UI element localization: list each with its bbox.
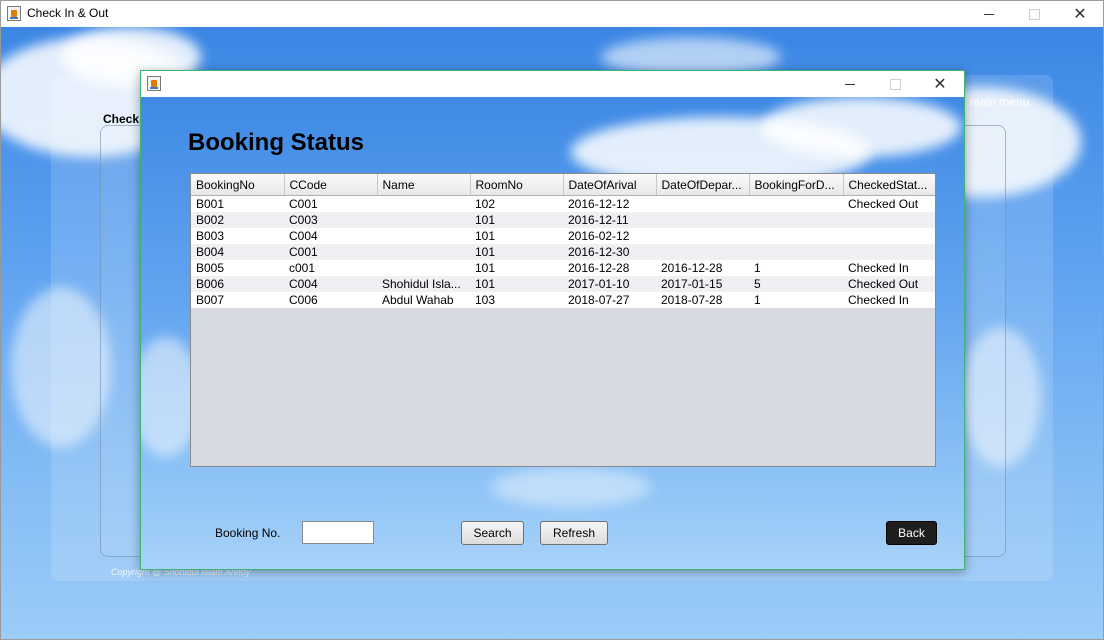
close-icon[interactable]: ✕: [1057, 1, 1103, 27]
table-cell: Shohidul Isla...: [382, 277, 461, 291]
table-cell: [749, 228, 843, 244]
table-cell: 102: [475, 197, 496, 211]
table-row[interactable]: B004 C001 101 2016-12-30: [191, 244, 935, 260]
table-cell: 101: [475, 213, 496, 227]
table-cell: [656, 228, 749, 244]
dialog-title-bar: ✕: [141, 71, 964, 97]
table-cell: [377, 228, 470, 244]
table-cell: 2018-07-28: [661, 293, 723, 307]
main-title-bar: Check In & Out ✕: [1, 1, 1103, 27]
refresh-button[interactable]: Refresh: [540, 521, 608, 545]
table-cell: B005: [196, 261, 225, 275]
table-cell: 5: [754, 277, 761, 291]
table-cell: C004: [289, 277, 318, 291]
page-title: Booking Status: [188, 129, 365, 156]
maximize-icon[interactable]: [872, 71, 918, 97]
table-cell: B003: [196, 229, 225, 243]
table-cell: Checked Out: [848, 277, 919, 291]
dialog-body: Booking Status BookingNo CCode Name Room…: [141, 97, 964, 569]
table-cell: Checked In: [848, 261, 909, 275]
table-cell: C001: [289, 245, 318, 259]
column-header[interactable]: CCode: [284, 174, 378, 196]
table-cell: B004: [196, 245, 225, 259]
column-header[interactable]: DateOfArival: [563, 174, 657, 196]
column-header[interactable]: Name: [377, 174, 471, 196]
search-button[interactable]: Search: [461, 521, 524, 545]
table-row[interactable]: B006 C004 Shohidul Isla... 101 2017-01-1…: [191, 276, 935, 292]
table-cell: 101: [475, 245, 496, 259]
table-cell: [377, 244, 470, 260]
close-icon[interactable]: ✕: [917, 71, 963, 97]
table-cell: [749, 244, 843, 260]
column-header[interactable]: CheckedStat...: [843, 174, 935, 196]
table-header-row: BookingNo CCode Name RoomNo DateOfArival…: [191, 174, 935, 196]
table-cell: 103: [475, 293, 496, 307]
table-cell: [377, 196, 470, 213]
table-cell: Abdul Wahab: [382, 293, 454, 307]
table-cell: 2016-12-28: [661, 261, 723, 275]
table-cell: 2017-01-15: [661, 277, 723, 291]
column-header[interactable]: BookingForD...: [749, 174, 844, 196]
table-cell: [843, 244, 935, 260]
table-cell: [843, 212, 935, 228]
check-label: Check: [103, 112, 140, 126]
table-row[interactable]: B007 C006 Abdul Wahab 103 2018-07-27 201…: [191, 292, 935, 308]
table-cell: 101: [475, 277, 496, 291]
table-row[interactable]: B002 C003 101 2016-12-11: [191, 212, 935, 228]
table-cell: B001: [196, 197, 225, 211]
table-cell: 2017-01-10: [568, 277, 630, 291]
table-cell: B002: [196, 213, 225, 227]
table-cell: [749, 212, 843, 228]
table-cell: 2018-07-27: [568, 293, 630, 307]
java-app-icon: [7, 6, 21, 21]
booking-table[interactable]: BookingNo CCode Name RoomNo DateOfArival…: [190, 173, 936, 467]
table-row[interactable]: B003 C004 101 2016-02-12: [191, 228, 935, 244]
table-cell: Checked Out: [848, 197, 919, 211]
table-cell: 2016-12-11: [568, 213, 629, 227]
table-cell: [843, 228, 935, 244]
minimize-icon[interactable]: [966, 1, 1012, 27]
table-cell: [377, 212, 470, 228]
cloud: [491, 467, 651, 507]
table-cell: 2016-12-12: [568, 197, 630, 211]
table-row[interactable]: B001 C001 102 2016-12-12 Checked Out: [191, 195, 935, 213]
cloud: [761, 97, 961, 157]
table-cell: C001: [289, 197, 318, 211]
column-header[interactable]: RoomNo: [470, 174, 564, 196]
table-cell: Checked In: [848, 293, 909, 307]
table-cell: C004: [289, 229, 318, 243]
table-cell: [656, 212, 749, 228]
table-cell: [749, 196, 843, 213]
table-cell: 2016-12-28: [568, 261, 630, 275]
window-title: Check In & Out: [27, 6, 109, 20]
column-header[interactable]: DateOfDepar...: [656, 174, 750, 196]
table-cell: 101: [475, 261, 496, 275]
table-cell: B007: [196, 293, 225, 307]
table-cell: 2016-02-12: [568, 229, 630, 243]
table-cell: 101: [475, 229, 496, 243]
back-button[interactable]: Back: [886, 521, 937, 545]
minimize-icon[interactable]: [827, 71, 873, 97]
table-cell: C003: [289, 213, 318, 227]
column-header[interactable]: BookingNo: [191, 174, 285, 196]
java-app-icon: [147, 76, 161, 91]
table-cell: 2016-12-30: [568, 245, 630, 259]
booking-no-input[interactable]: [302, 521, 374, 544]
table-cell: [656, 196, 749, 213]
table-cell: [377, 260, 470, 276]
table-row[interactable]: B005 c001 101 2016-12-28 2016-12-28 1 Ch…: [191, 260, 935, 276]
booking-no-label: Booking No.: [215, 526, 281, 540]
table-cell: 1: [754, 293, 761, 307]
maximize-icon[interactable]: [1011, 1, 1057, 27]
table-cell: 1: [754, 261, 761, 275]
table-cell: c001: [289, 261, 316, 275]
table-cell: C006: [289, 293, 318, 307]
table-cell: B006: [196, 277, 225, 291]
table-cell: [656, 244, 749, 260]
main-menu-link[interactable]: main menu: [970, 95, 1029, 109]
booking-status-dialog: ✕ Booking Status BookingNo CCode Name Ro…: [140, 70, 965, 570]
